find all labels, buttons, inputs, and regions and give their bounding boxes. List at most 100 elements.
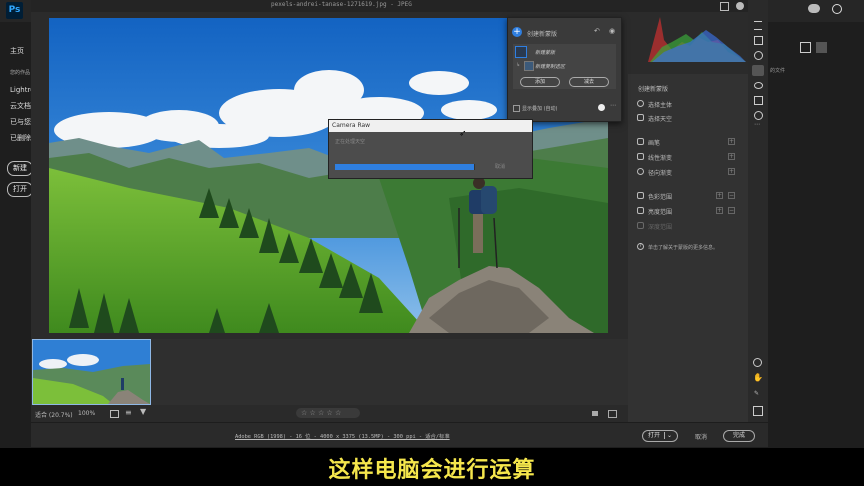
color-range-add-icon[interactable]: + bbox=[716, 192, 723, 199]
more-icon[interactable]: ⋯ bbox=[754, 121, 760, 128]
overlay-color-icon[interactable] bbox=[598, 104, 605, 111]
bottom-toolbar: 适合 (20.7%) 100% ≡ ▼ ☆ ☆ ☆ ☆ ☆ bbox=[31, 405, 628, 422]
help-icon: ? bbox=[637, 243, 644, 250]
snapshots-icon[interactable] bbox=[754, 111, 763, 120]
progress-bar bbox=[335, 164, 475, 170]
select-subject-button[interactable]: 选择主体 bbox=[648, 100, 672, 109]
presets-icon[interactable] bbox=[754, 96, 763, 105]
submask-thumbnail[interactable] bbox=[524, 61, 534, 71]
histogram bbox=[628, 12, 748, 62]
workflow-options-link[interactable]: Adobe RGB (1998) - 16 位 - 4000 x 3375 (1… bbox=[235, 432, 450, 440]
ps-nav-shared[interactable]: 已与您 bbox=[10, 117, 31, 127]
linear-gradient-add-icon[interactable]: + bbox=[728, 153, 735, 160]
zoom-icon[interactable] bbox=[753, 358, 762, 367]
color-range-subtract-icon[interactable]: − bbox=[728, 192, 735, 199]
open-button-label: 打开 bbox=[647, 432, 660, 439]
color-sampler-icon[interactable]: ✎ bbox=[754, 390, 759, 397]
sky-icon bbox=[637, 114, 644, 121]
overlay-label: 显示叠加 (自动) bbox=[522, 106, 558, 112]
search-icon[interactable] bbox=[832, 4, 842, 14]
brush-icon bbox=[637, 138, 644, 145]
luminance-range-subtract-icon[interactable]: − bbox=[728, 207, 735, 214]
undo-icon[interactable]: ↶ bbox=[594, 27, 600, 35]
masking-tool-icon[interactable] bbox=[752, 65, 764, 76]
done-button[interactable]: 完成 bbox=[723, 430, 755, 442]
grid-view-icon[interactable] bbox=[816, 42, 827, 53]
mask-list: 新建蒙版 ↳ 新建复制选区 添加 减去 bbox=[513, 44, 616, 89]
filmstrip-thumbnail[interactable] bbox=[32, 339, 151, 405]
radial-gradient-add-icon[interactable]: + bbox=[728, 168, 735, 175]
mouse-cursor-icon: ➶ bbox=[459, 129, 467, 139]
add-button[interactable]: 添加 bbox=[520, 77, 560, 87]
grid-overlay-icon[interactable] bbox=[753, 406, 763, 416]
filter-icon[interactable]: ▼ bbox=[140, 407, 146, 416]
compare-icon[interactable] bbox=[592, 411, 598, 416]
progress-dialog: Camera Raw 正在处理天空 取消 bbox=[328, 119, 533, 179]
brush-button[interactable]: 画笔 bbox=[648, 138, 660, 147]
progress-titlebar: Camera Raw bbox=[329, 120, 532, 132]
depth-range-button: 深度范围 bbox=[648, 224, 673, 231]
gear-icon[interactable] bbox=[736, 2, 744, 10]
brush-add-icon[interactable]: + bbox=[728, 138, 735, 145]
photoshop-logo: Ps bbox=[6, 2, 23, 19]
filmstrip-icon[interactable] bbox=[110, 410, 119, 418]
list-view-icon[interactable] bbox=[800, 42, 811, 53]
color-range-button[interactable]: 色彩范围 bbox=[648, 192, 672, 201]
luminance-range-add-icon[interactable]: + bbox=[716, 207, 723, 214]
progress-cancel-button[interactable]: 取消 bbox=[495, 163, 505, 170]
cloud-icon[interactable] bbox=[808, 4, 820, 13]
progress-title: Camera Raw bbox=[332, 122, 371, 129]
ps-open-button[interactable]: 打开 bbox=[7, 182, 33, 197]
progress-fill bbox=[335, 164, 474, 170]
zoom-fit-label[interactable]: 适合 (20.7%) bbox=[35, 410, 73, 419]
luminance-range-button[interactable]: 亮度范围 bbox=[648, 207, 672, 216]
submask-label[interactable]: 新建复制选区 bbox=[535, 63, 565, 70]
rating-bar: ☆ ☆ ☆ ☆ ☆ bbox=[296, 408, 360, 418]
progress-message: 正在处理天空 bbox=[335, 139, 366, 145]
subtract-button[interactable]: 减去 bbox=[569, 77, 609, 87]
add-mask-icon[interactable]: + bbox=[512, 27, 522, 37]
export-icon[interactable] bbox=[720, 2, 729, 11]
help-link[interactable]: 单击了解关于蒙版的更多信息。 bbox=[648, 244, 718, 251]
select-sky-button[interactable]: 选择天空 bbox=[648, 114, 672, 123]
before-after-icon[interactable] bbox=[608, 410, 617, 418]
crop-icon[interactable] bbox=[754, 36, 763, 45]
overlay-more-icon[interactable]: ⋯ bbox=[610, 102, 616, 109]
ps-nav-cloud[interactable]: 云文档 bbox=[10, 101, 31, 111]
radial-gradient-button[interactable]: 径向渐变 bbox=[648, 168, 672, 177]
heal-icon[interactable] bbox=[754, 51, 763, 60]
radial-gradient-icon bbox=[637, 168, 644, 175]
masking-panel: 创建新蒙版 选择主体 选择天空 画笔 + 线性渐变 + 径向渐变 + 色彩范围 … bbox=[628, 12, 748, 422]
mask-thumbnail[interactable] bbox=[515, 46, 527, 58]
sort-icon[interactable]: ≡ bbox=[125, 408, 132, 417]
linear-gradient-button[interactable]: 线性渐变 bbox=[648, 153, 672, 162]
hand-icon[interactable]: ✋ bbox=[753, 373, 763, 382]
ps-new-button[interactable]: 新建 bbox=[7, 161, 33, 176]
rating-stars[interactable]: ☆ ☆ ☆ ☆ ☆ bbox=[301, 409, 341, 417]
mask-label[interactable]: 新建蒙版 bbox=[535, 49, 555, 56]
chevron-down-icon[interactable]: ⌄ bbox=[663, 432, 673, 439]
luminance-range-icon bbox=[637, 207, 644, 214]
camera-raw-titlebar: pexels-andrei-tanase-1271619.jpg - JPEG … bbox=[31, 0, 768, 12]
linear-gradient-icon bbox=[637, 153, 644, 160]
create-mask-heading: 创建新蒙版 bbox=[638, 86, 669, 93]
ps-files-label: 的文件 bbox=[770, 68, 786, 74]
status-bar: Adobe RGB (1998) - 16 位 - 4000 x 3375 (1… bbox=[31, 422, 768, 447]
redeye-icon[interactable] bbox=[754, 82, 763, 89]
mask-expand-icon[interactable]: ↳ bbox=[516, 62, 520, 68]
ps-right-panel: 的文件 bbox=[770, 22, 864, 448]
eye-icon[interactable]: ◉ bbox=[609, 27, 615, 35]
color-range-icon bbox=[637, 192, 644, 199]
tool-column: ⋯ ✋ ✎ bbox=[748, 0, 768, 422]
overlay-checkbox[interactable] bbox=[513, 105, 520, 112]
edit-icon[interactable] bbox=[754, 21, 762, 30]
person-icon bbox=[637, 100, 644, 107]
zoom-percent-label[interactable]: 100% bbox=[78, 410, 95, 417]
subtitle-text: 这样电脑会进行运算 bbox=[328, 458, 536, 483]
ps-nav-deleted[interactable]: 已删除 bbox=[10, 133, 31, 143]
ps-nav-your-work[interactable]: 您的作品 bbox=[10, 69, 30, 76]
open-button[interactable]: 打开 ⌄ bbox=[642, 430, 678, 442]
camera-raw-window: pexels-andrei-tanase-1271619.jpg - JPEG … bbox=[31, 0, 768, 447]
ps-nav-home[interactable]: 主页 bbox=[10, 46, 24, 56]
cancel-button[interactable]: 取消 bbox=[695, 432, 707, 441]
